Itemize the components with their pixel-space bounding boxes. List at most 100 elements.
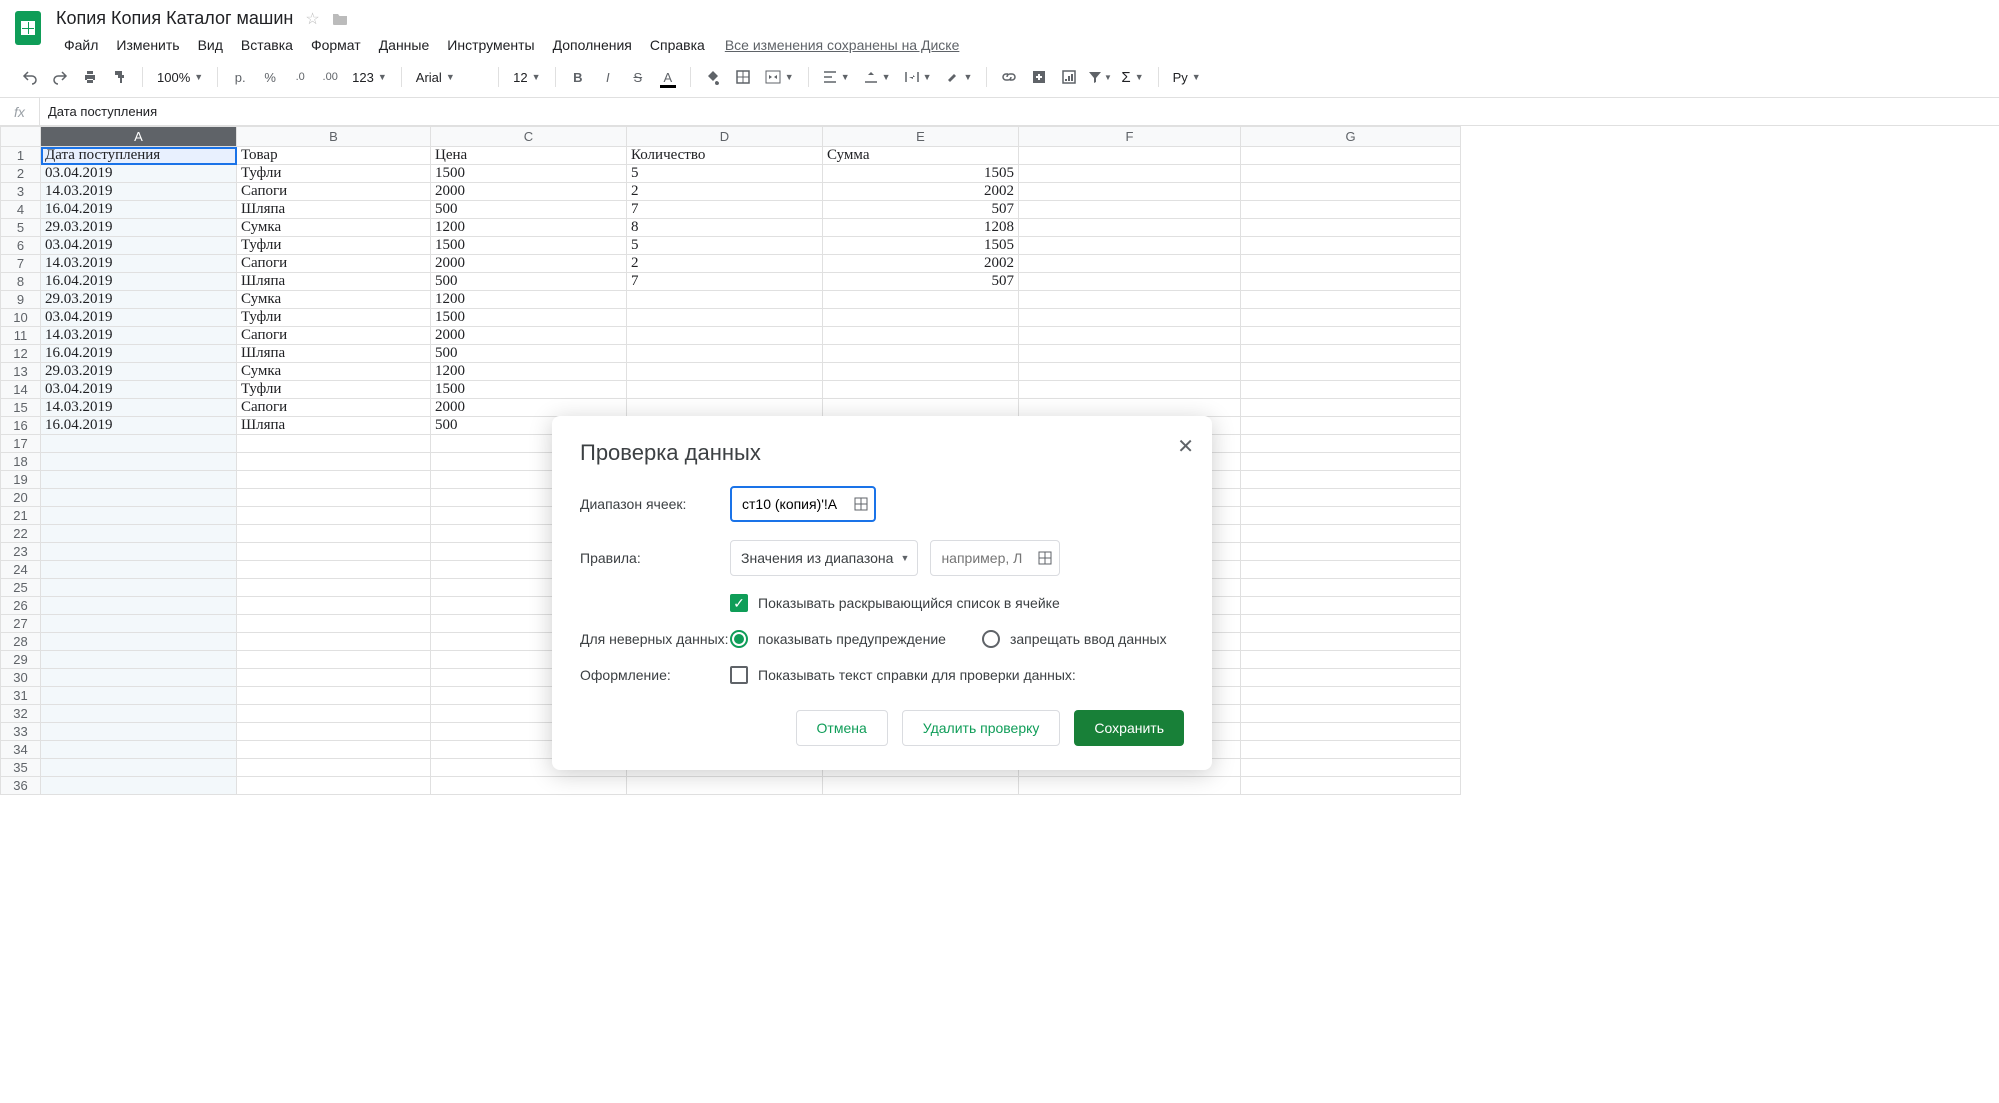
cell[interactable]: Сумма [823,147,1019,165]
menu-файл[interactable]: Файл [56,33,106,57]
col-header-D[interactable]: D [627,127,823,147]
cell[interactable] [1241,417,1461,435]
row-header[interactable]: 16 [1,417,41,435]
decrease-decimal-button[interactable]: .0 [286,63,314,91]
print-icon[interactable] [76,63,104,91]
row-header[interactable]: 25 [1,579,41,597]
row-header[interactable]: 35 [1,759,41,777]
cell[interactable]: 500 [431,201,627,219]
currency-button[interactable]: р. [226,63,254,91]
show-dropdown-checkbox[interactable]: ✓ [730,594,748,612]
select-range-icon[interactable] [1038,551,1052,565]
row-header[interactable]: 29 [1,651,41,669]
cell[interactable] [1241,615,1461,633]
cell[interactable] [1241,399,1461,417]
cell[interactable] [237,687,431,705]
cell[interactable]: 14.03.2019 [41,255,237,273]
cell[interactable] [237,723,431,741]
cell[interactable] [1019,777,1241,795]
cell[interactable] [41,489,237,507]
sheets-logo[interactable] [8,8,48,48]
menu-вид[interactable]: Вид [190,33,231,57]
cell[interactable] [823,327,1019,345]
cell[interactable] [237,525,431,543]
cell[interactable]: 1500 [431,309,627,327]
cell[interactable]: 1500 [431,381,627,399]
select-all-corner[interactable] [1,127,41,147]
cell[interactable] [1241,633,1461,651]
borders-button[interactable] [729,63,757,91]
cell[interactable] [431,777,627,795]
cell[interactable] [1019,399,1241,417]
cell[interactable]: 14.03.2019 [41,327,237,345]
cell[interactable]: 1200 [431,363,627,381]
cell[interactable]: Туфли [237,237,431,255]
font-family-select[interactable]: Arial▼ [410,63,490,91]
cell[interactable]: Цена [431,147,627,165]
cell[interactable] [627,399,823,417]
row-header[interactable]: 27 [1,615,41,633]
cell[interactable] [237,489,431,507]
cell[interactable] [1019,147,1241,165]
cell[interactable] [41,651,237,669]
cell[interactable] [823,291,1019,309]
cell[interactable] [1019,291,1241,309]
row-header[interactable]: 13 [1,363,41,381]
cell[interactable]: 2000 [431,327,627,345]
col-header-G[interactable]: G [1241,127,1461,147]
cell[interactable] [1019,219,1241,237]
cell[interactable] [41,633,237,651]
cell[interactable] [1241,309,1461,327]
cell[interactable]: Туфли [237,309,431,327]
cell[interactable]: Шляпа [237,273,431,291]
cell[interactable] [1241,687,1461,705]
cell[interactable] [41,561,237,579]
cell[interactable] [627,309,823,327]
cell[interactable] [1241,579,1461,597]
cell[interactable]: 1500 [431,237,627,255]
cell[interactable]: Шляпа [237,201,431,219]
menu-справка[interactable]: Справка [642,33,713,57]
cell[interactable]: Туфли [237,165,431,183]
menu-данные[interactable]: Данные [371,33,438,57]
row-header[interactable]: 15 [1,399,41,417]
cell[interactable] [41,507,237,525]
row-header[interactable]: 30 [1,669,41,687]
rule-type-select[interactable]: Значения из диапазона▼ [730,540,918,576]
cell[interactable]: 500 [431,273,627,291]
row-header[interactable]: 5 [1,219,41,237]
menu-формат[interactable]: Формат [303,33,369,57]
row-header[interactable]: 1 [1,147,41,165]
cell[interactable]: 5 [627,165,823,183]
cell[interactable] [237,435,431,453]
increase-decimal-button[interactable]: .00 [316,63,344,91]
percent-button[interactable]: % [256,63,284,91]
cell[interactable] [41,543,237,561]
cell[interactable]: 2 [627,255,823,273]
cell[interactable] [1241,525,1461,543]
cell[interactable]: 1505 [823,237,1019,255]
cancel-button[interactable]: Отмена [796,710,888,746]
cell[interactable]: 16.04.2019 [41,345,237,363]
row-header[interactable]: 3 [1,183,41,201]
insert-link-button[interactable] [995,63,1023,91]
cell[interactable] [41,687,237,705]
cell[interactable]: Товар [237,147,431,165]
cell[interactable] [1241,147,1461,165]
cell[interactable] [823,777,1019,795]
cell[interactable] [1019,309,1241,327]
row-header[interactable]: 11 [1,327,41,345]
cell[interactable] [1241,669,1461,687]
row-header[interactable]: 8 [1,273,41,291]
cell[interactable] [627,363,823,381]
cell[interactable]: 03.04.2019 [41,165,237,183]
cell[interactable] [237,597,431,615]
strikethrough-button[interactable]: S [624,63,652,91]
cell[interactable]: 500 [431,345,627,363]
filter-button[interactable]: ▼ [1085,63,1113,91]
row-header[interactable]: 34 [1,741,41,759]
cell[interactable] [627,345,823,363]
cell[interactable] [41,669,237,687]
text-wrap-button[interactable]: ▼ [899,63,938,91]
cell[interactable] [1241,165,1461,183]
